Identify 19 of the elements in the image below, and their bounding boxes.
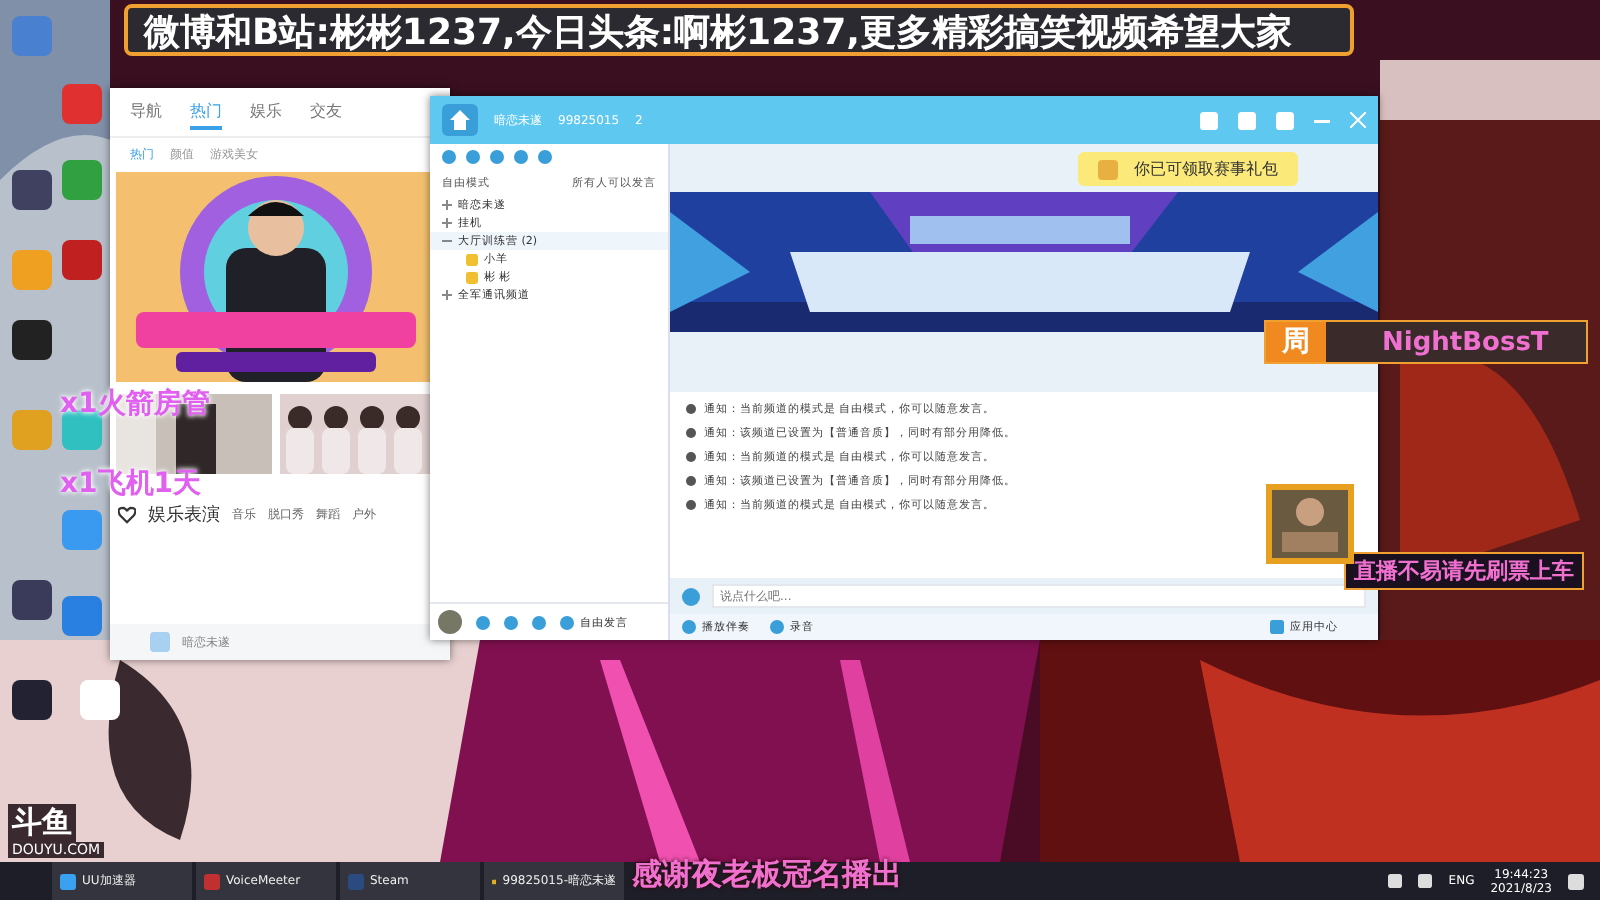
heart-icon [118,506,136,524]
plus-icon [442,290,452,300]
nav-tab[interactable]: 交友 [310,100,342,130]
host-tag: 周 [1266,322,1326,362]
nav-tab[interactable]: 导航 [130,100,162,130]
stream-banner: 微博和B站:彬彬1237,今日头条:啊彬1237,更多精彩搞笑视频希望大家 [124,4,1354,56]
reward-toast[interactable]: 你已可领取赛事礼包 [1078,152,1298,186]
app-icon [60,873,76,889]
app-icon[interactable] [12,680,52,720]
section-title: 娱乐表演 [148,503,220,528]
app-icon [204,873,220,889]
app-icon [348,873,364,889]
plus-icon [442,218,452,228]
stream-logo: 斗鱼 [8,804,76,842]
nav-tab[interactable]: 娱乐 [250,100,282,130]
close-icon[interactable] [1350,111,1366,127]
avatar-icon [438,610,462,634]
plus-icon [442,200,452,210]
sponsor-caption: 感谢夜老板冠名播出 [632,856,902,894]
